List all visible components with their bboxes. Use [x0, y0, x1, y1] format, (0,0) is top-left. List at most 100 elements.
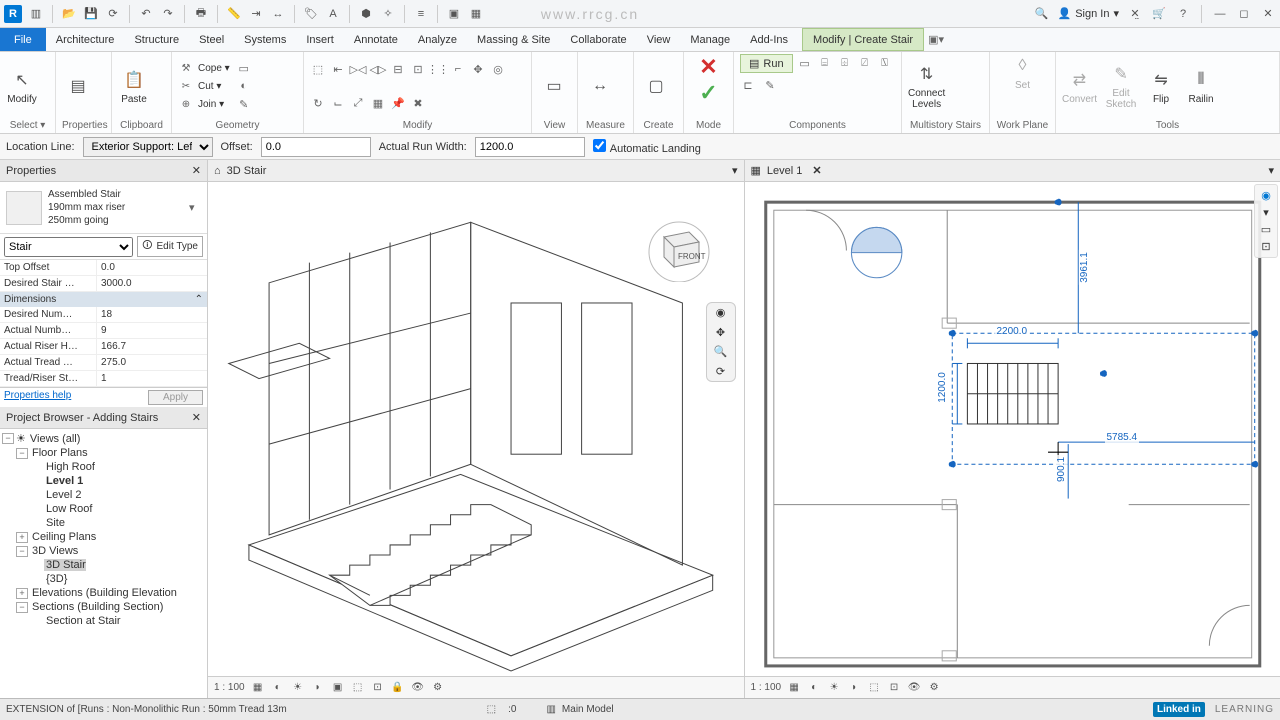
geom-icon-2[interactable]: ◐: [236, 78, 252, 94]
help-icon[interactable]: ?: [1175, 6, 1191, 22]
close-icon[interactable]: ✕: [1260, 6, 1276, 22]
home-icon[interactable]: ▥: [28, 6, 44, 22]
connect-levels-button[interactable]: ⇅Connect Levels: [908, 62, 945, 110]
crop2-icon[interactable]: ⊡: [887, 681, 901, 695]
align-tool-icon[interactable]: ⇤: [330, 61, 346, 77]
reveal-icon[interactable]: ⚙: [431, 681, 445, 695]
mirror2-icon[interactable]: ◁▷: [370, 61, 386, 77]
scale-icon[interactable]: ⤢: [350, 95, 366, 111]
trim2-icon[interactable]: ⌙: [330, 95, 346, 111]
support-icon[interactable]: ⊏: [740, 77, 756, 93]
tree-3d-item[interactable]: 3D Stair: [44, 559, 86, 571]
dim-side[interactable]: 3961.1: [1078, 250, 1089, 285]
tab-addins[interactable]: Add-Ins: [740, 28, 798, 51]
array-icon[interactable]: ⋮⋮: [430, 61, 446, 77]
tree-3d-item[interactable]: {3D}: [44, 573, 67, 585]
canvas-plan[interactable]: 2200.0 1200.0 5785.4 3961.1 900.1 ◉ ▾ ▭ …: [745, 182, 1280, 676]
align-icon[interactable]: ⇥: [248, 6, 264, 22]
sketch-icon[interactable]: ✎: [762, 77, 778, 93]
tree-floorplans[interactable]: Floor Plans: [30, 447, 88, 459]
sync-icon[interactable]: ⟳: [105, 6, 121, 22]
geom-icon-1[interactable]: ▭: [236, 60, 252, 76]
tab-file[interactable]: File: [0, 28, 46, 51]
tree-expand-icon[interactable]: +: [16, 588, 28, 599]
tab-insert[interactable]: Insert: [296, 28, 344, 51]
landing-btn-icon[interactable]: ▭: [797, 56, 813, 72]
tab-analyze[interactable]: Analyze: [408, 28, 467, 51]
comp3-icon[interactable]: ⍁: [857, 56, 873, 72]
sun-icon[interactable]: ☀: [827, 681, 841, 695]
viewcube[interactable]: FRONT: [644, 212, 714, 282]
tab-steel[interactable]: Steel: [189, 28, 234, 51]
tab-view[interactable]: View: [637, 28, 681, 51]
tree-fp-item[interactable]: Low Roof: [44, 503, 92, 515]
pin-icon[interactable]: 📌: [390, 95, 406, 111]
properties-close-icon[interactable]: ✕: [192, 164, 201, 177]
nav-region-icon[interactable]: ⊡: [1261, 240, 1270, 253]
browser-close-icon[interactable]: ✕: [192, 411, 201, 424]
tab-collaborate[interactable]: Collaborate: [560, 28, 636, 51]
hide-icon[interactable]: 👁: [907, 681, 921, 695]
dim-below[interactable]: 900.1: [1056, 455, 1067, 484]
cancel-mode-button[interactable]: ✕: [699, 54, 717, 80]
tab-structure[interactable]: Structure: [124, 28, 189, 51]
close-inactive-icon[interactable]: ▣: [446, 6, 462, 22]
redo-icon[interactable]: ↷: [160, 6, 176, 22]
exchange-icon[interactable]: ✕̤: [1127, 6, 1143, 22]
sun-icon[interactable]: ☀: [291, 681, 305, 695]
status-model-icon[interactable]: ▥: [546, 704, 555, 715]
style-icon[interactable]: ◐: [807, 681, 821, 695]
tree-collapse-icon[interactable]: −: [2, 433, 14, 444]
scale-label[interactable]: 1 : 100: [214, 682, 245, 693]
nav-bar[interactable]: ◉ ✥ 🔍 ⟳: [706, 302, 736, 382]
style-icon[interactable]: ◐: [271, 681, 285, 695]
trim1-icon[interactable]: ⌐: [450, 61, 466, 77]
properties-help-link[interactable]: Properties help: [4, 390, 71, 405]
lock-icon[interactable]: 🔒: [391, 681, 405, 695]
scale-label[interactable]: 1 : 100: [751, 682, 782, 693]
prop-row[interactable]: Actual Tread …275.0: [0, 355, 207, 371]
dim-icon[interactable]: ↔: [270, 6, 286, 22]
detail-icon[interactable]: ▦: [251, 681, 265, 695]
finish-mode-button[interactable]: ✓: [699, 80, 717, 106]
offset-input[interactable]: [261, 137, 371, 157]
cut-button[interactable]: ✂Cut ▾: [178, 78, 230, 94]
crop-icon[interactable]: ⬚: [867, 681, 881, 695]
paste-button[interactable]: 📋Paste: [118, 68, 150, 105]
dim-ext[interactable]: 5785.4: [1105, 432, 1140, 443]
auto-landing-checkbox[interactable]: Automatic Landing: [593, 139, 701, 155]
apply-button[interactable]: Apply: [148, 390, 203, 405]
tree-fp-item[interactable]: Site: [44, 517, 65, 529]
splitelem-icon[interactable]: ⊟: [390, 61, 406, 77]
tab-systems[interactable]: Systems: [234, 28, 296, 51]
type-selector[interactable]: Assembled Stair 190mm max riser 250mm go…: [0, 182, 207, 234]
convert-button[interactable]: ⇄Convert: [1062, 68, 1097, 105]
tree-collapse-icon[interactable]: −: [16, 602, 28, 613]
tree-fp-item[interactable]: High Roof: [44, 461, 95, 473]
tree-sections[interactable]: Sections (Building Section): [30, 601, 163, 613]
view-max-icon[interactable]: ▾: [1268, 164, 1274, 177]
temp-icon[interactable]: 👁: [411, 681, 425, 695]
create-icon[interactable]: ▢: [644, 74, 668, 98]
join-button[interactable]: ⊕Join ▾: [178, 96, 230, 112]
minimize-icon[interactable]: —: [1212, 6, 1228, 22]
3d-icon[interactable]: ⬢: [358, 6, 374, 22]
detail-icon[interactable]: ▦: [787, 681, 801, 695]
prop-row[interactable]: Desired Stair …3000.0: [0, 276, 207, 292]
crop-icon[interactable]: ⬚: [351, 681, 365, 695]
activate-icon[interactable]: ⬚: [310, 61, 326, 77]
zoom-icon[interactable]: 🔍: [714, 345, 728, 358]
open-icon[interactable]: 📂: [61, 6, 77, 22]
print-icon[interactable]: 🖶: [193, 6, 209, 22]
tab-massing[interactable]: Massing & Site: [467, 28, 560, 51]
set-workplane-button[interactable]: ◊Set: [1007, 54, 1039, 91]
switch-icon[interactable]: ▦: [468, 6, 484, 22]
render-icon[interactable]: ▣: [331, 681, 345, 695]
view-plan-tab[interactable]: ▦ Level 1 ✕ ▾: [745, 160, 1280, 182]
location-line-select[interactable]: Exterior Support: Left: [83, 137, 213, 157]
prop-group-dimensions[interactable]: Dimensions⌃: [0, 292, 207, 307]
save-icon[interactable]: 💾: [83, 6, 99, 22]
cart-icon[interactable]: 🛒: [1151, 6, 1167, 22]
steering-icon[interactable]: ◉: [716, 306, 726, 319]
group-select[interactable]: Select ▾: [6, 118, 49, 133]
